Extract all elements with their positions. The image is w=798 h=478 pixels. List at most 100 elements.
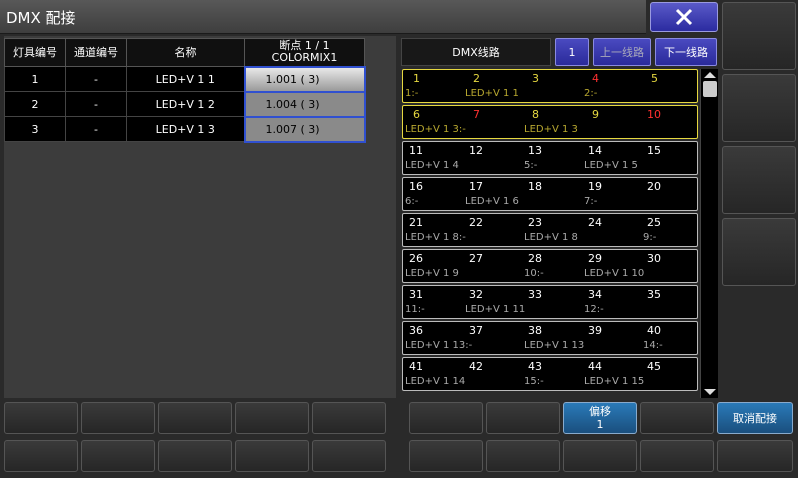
channel-number: 37 bbox=[469, 324, 483, 337]
scroll-thumb[interactable] bbox=[703, 81, 717, 97]
channel-label: LED+V 1 13 bbox=[524, 340, 585, 351]
channel-number: 15 bbox=[647, 144, 661, 157]
bottom-button[interactable] bbox=[486, 402, 560, 434]
address-cell[interactable]: 1.001 ( 3) bbox=[243, 65, 366, 93]
bottom-button[interactable] bbox=[4, 402, 78, 434]
table-row[interactable]: 1 - LED+V 1 1 1.001 ( 3) bbox=[4, 65, 366, 93]
bottom-button[interactable] bbox=[4, 440, 78, 472]
line-number-button[interactable]: 1 bbox=[555, 38, 589, 66]
prev-line-button[interactable]: 上一线路 bbox=[593, 38, 651, 66]
channel-number: 27 bbox=[469, 252, 483, 265]
channel-number: 28 bbox=[528, 252, 542, 265]
address-cell[interactable]: 1.004 ( 3) bbox=[243, 90, 366, 118]
channel-number: 31 bbox=[409, 288, 423, 301]
channel-label: 7:- bbox=[584, 196, 598, 207]
bottom-button[interactable] bbox=[81, 402, 155, 434]
channel-number: 4 bbox=[592, 72, 599, 85]
bottom-button[interactable] bbox=[312, 402, 386, 434]
bottom-button[interactable] bbox=[409, 440, 483, 472]
channel-number: 34 bbox=[588, 288, 602, 301]
channel-number: 13 bbox=[528, 144, 542, 157]
table-row[interactable]: 3 - LED+V 1 3 1.007 ( 3) bbox=[4, 115, 366, 143]
channel-label: 14:- bbox=[643, 340, 663, 351]
dmx-row[interactable]: 11 12 13 14 15 LED+V 1 4 5:- LED+V 1 5 bbox=[402, 141, 698, 175]
dmx-row[interactable]: 31 32 33 34 35 11:- LED+V 1 11 12:- bbox=[402, 285, 698, 319]
scroll-down-icon[interactable] bbox=[701, 387, 719, 397]
channel-label: 12:- bbox=[584, 304, 604, 315]
bottom-button[interactable] bbox=[563, 440, 637, 472]
next-line-button[interactable]: 下一线路 bbox=[655, 38, 717, 66]
channel-number: 43 bbox=[528, 360, 542, 373]
unpatch-button[interactable]: 取消配接 bbox=[717, 402, 793, 434]
channel-label: 9:- bbox=[643, 232, 657, 243]
channel-number: 41 bbox=[409, 360, 423, 373]
fixture-id: 3 bbox=[4, 116, 66, 142]
offset-label: 偏移 bbox=[589, 405, 611, 418]
channel-number: 5 bbox=[651, 72, 658, 85]
channel-number: 2 bbox=[473, 72, 480, 85]
channel-label: 11:- bbox=[405, 304, 425, 315]
channel-label: 2:- bbox=[584, 88, 598, 99]
dmx-row[interactable]: 16 17 18 19 20 6:- LED+V 1 6 7:- bbox=[402, 177, 698, 211]
channel-number: 14 bbox=[588, 144, 602, 157]
channel-label: LED+V 1 13:- bbox=[405, 340, 473, 351]
dmx-row[interactable]: 6 7 8 9 10 LED+V 1 3:- LED+V 1 3 bbox=[402, 105, 698, 139]
side-button-2[interactable] bbox=[722, 74, 796, 142]
dmx-scrollbar[interactable] bbox=[700, 69, 718, 398]
dmx-row[interactable]: 36 37 38 39 40 LED+V 1 13:- LED+V 1 13 1… bbox=[402, 321, 698, 355]
bottom-button[interactable] bbox=[235, 402, 309, 434]
channel-label: 10:- bbox=[524, 268, 544, 279]
close-icon bbox=[675, 8, 693, 26]
offset-value: 1 bbox=[596, 418, 604, 431]
bottom-button[interactable] bbox=[486, 440, 560, 472]
channel-number: 39 bbox=[588, 324, 602, 337]
dmx-line-header: DMX线路 bbox=[401, 38, 551, 66]
channel-label: LED+V 1 3:- bbox=[405, 124, 466, 135]
channel-number: 40 bbox=[647, 324, 661, 337]
channel-number: 35 bbox=[647, 288, 661, 301]
channel-label: LED+V 1 8:- bbox=[405, 232, 466, 243]
bottom-button[interactable] bbox=[158, 440, 232, 472]
channel-number: 3 bbox=[532, 72, 539, 85]
channel-number: 21 bbox=[409, 216, 423, 229]
scroll-up-icon[interactable] bbox=[701, 70, 719, 80]
bottom-button[interactable] bbox=[81, 440, 155, 472]
bottom-button[interactable] bbox=[640, 402, 714, 434]
fixture-name: LED+V 1 1 bbox=[126, 66, 245, 92]
fixture-id: 1 bbox=[4, 66, 66, 92]
dmx-row[interactable]: 41 42 43 44 45 LED+V 1 14 15:- LED+V 1 1… bbox=[402, 357, 698, 391]
channel-number: 20 bbox=[647, 180, 661, 193]
dmx-row[interactable]: 26 27 28 29 30 LED+V 1 9 10:- LED+V 1 10 bbox=[402, 249, 698, 283]
channel-number: 45 bbox=[647, 360, 661, 373]
dmx-grid[interactable]: 1 2 3 4 5 1:- LED+V 1 1 2:- 6 7 8 9 10 L… bbox=[402, 69, 700, 398]
col-name: 名称 bbox=[126, 38, 245, 67]
channel-label: LED+V 1 10 bbox=[584, 268, 645, 279]
channel-label: LED+V 1 5 bbox=[584, 160, 638, 171]
channel-label: LED+V 1 9 bbox=[405, 268, 459, 279]
channel-label: LED+V 1 15 bbox=[584, 376, 645, 387]
channel-number: 16 bbox=[409, 180, 423, 193]
dmx-row[interactable]: 1 2 3 4 5 1:- LED+V 1 1 2:- bbox=[402, 69, 698, 103]
side-button-1[interactable] bbox=[722, 2, 796, 70]
table-row[interactable]: 2 - LED+V 1 2 1.004 ( 3) bbox=[4, 90, 366, 118]
offset-button[interactable]: 偏移 1 bbox=[563, 402, 637, 434]
bottom-button[interactable] bbox=[312, 440, 386, 472]
channel-label: LED+V 1 14 bbox=[405, 376, 466, 387]
close-button[interactable] bbox=[650, 2, 718, 32]
side-button-4[interactable] bbox=[722, 218, 796, 286]
col-channel: 通道编号 bbox=[65, 38, 127, 67]
address-cell[interactable]: 1.007 ( 3) bbox=[243, 115, 366, 143]
channel-number: 23 bbox=[528, 216, 542, 229]
side-button-3[interactable] bbox=[722, 146, 796, 214]
channel-number: 24 bbox=[588, 216, 602, 229]
bottom-button[interactable] bbox=[409, 402, 483, 434]
bottom-button[interactable] bbox=[640, 440, 714, 472]
channel-label: LED+V 1 6 bbox=[465, 196, 519, 207]
fixture-id: 2 bbox=[4, 91, 66, 117]
bottom-button[interactable] bbox=[158, 402, 232, 434]
bottom-button[interactable] bbox=[235, 440, 309, 472]
channel-label: 6:- bbox=[405, 196, 419, 207]
dmx-row[interactable]: 21 22 23 24 25 LED+V 1 8:- LED+V 1 8 9:- bbox=[402, 213, 698, 247]
channel-label: LED+V 1 4 bbox=[405, 160, 459, 171]
bottom-button[interactable] bbox=[717, 440, 793, 472]
